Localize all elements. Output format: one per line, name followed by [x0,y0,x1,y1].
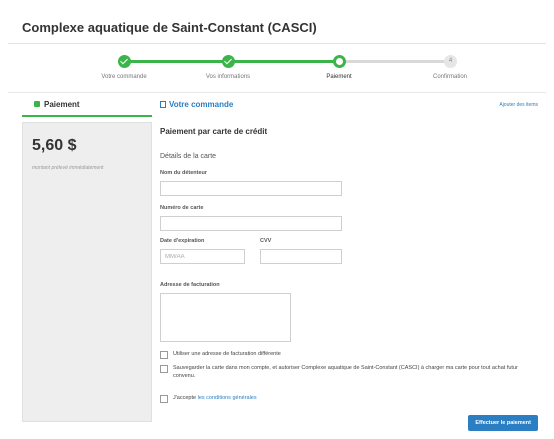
accept-terms-label: J'accepte [173,395,197,401]
billing-address-input[interactable] [160,293,291,342]
add-items-link[interactable]: Ajouter des items [499,102,538,108]
save-card-option[interactable]: Sauvegarder la carte dans mon compte, et… [160,364,540,380]
step-current-icon [333,55,346,68]
expiry-label: Date d'expiration [160,238,205,244]
billing-address-label: Adresse de facturation [160,282,220,288]
step-done-icon [222,55,235,68]
step-label-confirmation: Confirmation [432,74,467,80]
step-label-order: Votre commande [101,74,147,80]
page-title: Complexe aquatique de Saint-Constant (CA… [22,20,317,35]
amount-note: montant prélevé immédiatement [32,165,104,171]
amount-total: 5,60 $ [32,137,77,154]
expiry-input[interactable] [160,249,245,264]
step-label-info: Vos informations [205,74,251,80]
accept-terms-checkbox[interactable] [160,395,168,403]
other-address-option[interactable]: Utiliser une adresse de facturation diff… [160,350,540,359]
step-connector-1 [125,60,229,63]
save-card-checkbox[interactable] [160,365,168,373]
accept-terms-option[interactable]: J'accepte les conditions générales [160,394,540,403]
document-icon [160,101,166,108]
step-label-payment: Paiement [326,74,352,80]
step-todo-indicator: 4 [444,55,457,68]
other-address-label: Utiliser une adresse de facturation diff… [173,351,281,357]
form-title: Paiement par carte de crédit [160,127,268,136]
card-number-label: Numéro de carte [160,205,204,211]
header-bar: Complexe aquatique de Saint-Constant (CA… [8,8,546,44]
lock-icon [34,101,40,107]
divider [8,92,546,93]
holder-name-input[interactable] [160,181,342,196]
cvv-input[interactable] [260,249,342,264]
holder-label: Nom du détenteur [160,170,208,176]
step-connector-2 [229,60,340,63]
amount-panel: 5,60 $ montant prélevé immédiatement [22,122,152,422]
save-card-label: Sauvegarder la carte dans mon compte, et… [173,365,518,379]
terms-link[interactable]: les conditions générales [198,395,257,401]
step-done-icon [118,55,131,68]
submit-payment-button[interactable]: Effectuer le paiement [468,415,538,431]
other-address-checkbox[interactable] [160,351,168,359]
tab-payment[interactable]: Paiement [34,100,80,109]
checkout-stepper: 4 Votre commande Vos informations Paieme… [0,52,554,88]
tab-order-label: Votre commande [169,100,234,109]
tab-order[interactable]: Votre commande [160,100,233,109]
card-details-heading: Détails de la carte [160,153,217,160]
card-number-input[interactable] [160,216,342,231]
active-tab-indicator [22,115,152,117]
step-connector-3 [340,60,450,63]
cvv-label: CVV [260,238,272,244]
tab-payment-label: Paiement [44,100,80,109]
